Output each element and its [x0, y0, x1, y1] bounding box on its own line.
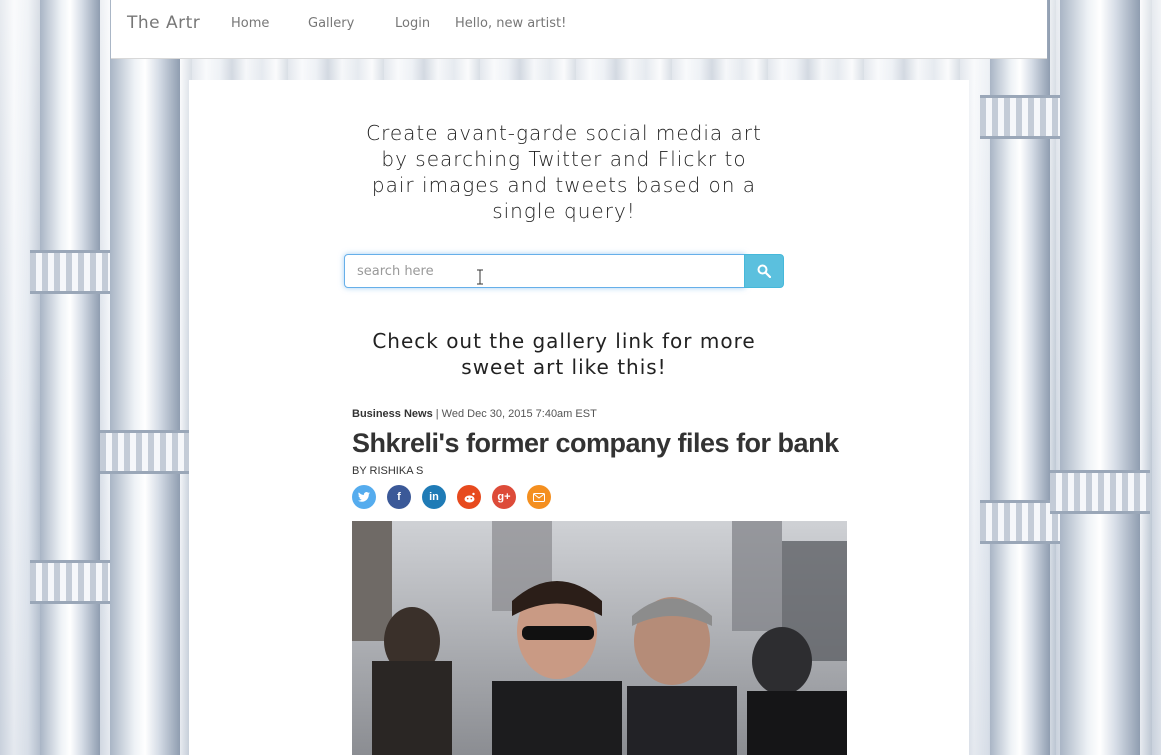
- nav-gallery[interactable]: Gallery: [308, 16, 354, 31]
- article-section[interactable]: Business News: [352, 408, 433, 420]
- lamp-column: [1050, 0, 1150, 755]
- article-meta: Business News | Wed Dec 30, 2015 7:40am …: [352, 408, 857, 420]
- search-icon: [757, 264, 771, 278]
- article-photo: [352, 521, 847, 755]
- nav-login[interactable]: Login: [395, 16, 430, 31]
- article-headline: Shkreli's former company files for bank: [352, 428, 839, 458]
- share-buttons: f in g+: [352, 485, 551, 509]
- article-date: | Wed Dec 30, 2015 7:40am EST: [435, 408, 597, 420]
- gallery-note: Check out the gallery link for more swee…: [372, 329, 756, 379]
- nav-greeting[interactable]: Hello, new artist!: [455, 16, 566, 31]
- main-panel: Create avant-garde social media art by s…: [189, 80, 969, 755]
- tagline: Create avant-garde social media art by s…: [366, 121, 762, 223]
- article-preview: Business News | Wed Dec 30, 2015 7:40am …: [352, 408, 857, 755]
- article-byline: BY RISHIKA S: [352, 465, 424, 477]
- nav-home[interactable]: Home: [231, 16, 269, 31]
- navbar: The Artr Home Gallery Login Hello, new a…: [111, 0, 1047, 59]
- reddit-icon[interactable]: [457, 485, 481, 509]
- facebook-icon[interactable]: f: [387, 485, 411, 509]
- search-input[interactable]: [344, 254, 745, 288]
- brand-link[interactable]: The Artr: [127, 13, 200, 33]
- search-button[interactable]: [744, 254, 784, 288]
- google-plus-icon[interactable]: g+: [492, 485, 516, 509]
- lamp-column: [100, 0, 190, 755]
- lamp-column: [980, 0, 1060, 755]
- lamp-column: [30, 0, 110, 755]
- linkedin-icon[interactable]: in: [422, 485, 446, 509]
- email-icon[interactable]: [527, 485, 551, 509]
- text-cursor-icon: [477, 269, 483, 285]
- twitter-icon[interactable]: [352, 485, 376, 509]
- search-group: [344, 254, 784, 288]
- crowd-photo-illustration: [352, 521, 847, 755]
